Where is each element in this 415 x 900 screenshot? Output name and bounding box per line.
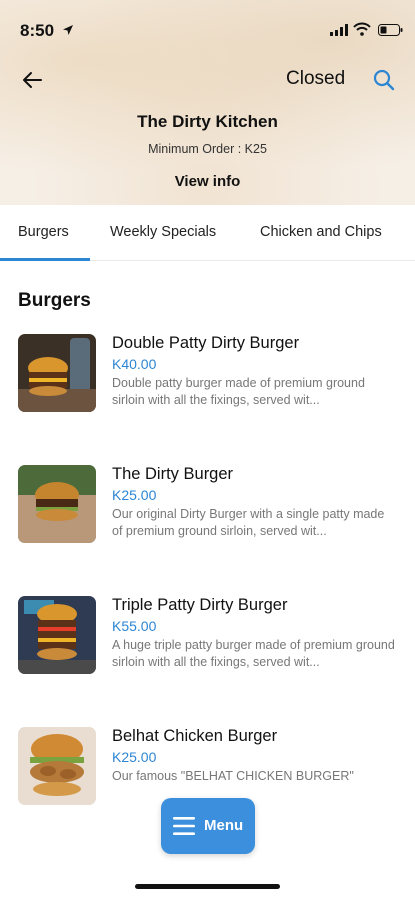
tab-burgers[interactable]: Burgers	[18, 224, 69, 240]
section-title: Burgers	[18, 290, 91, 311]
menu-button[interactable]: Menu	[161, 798, 255, 854]
status-bar: 8:50	[0, 0, 415, 44]
home-indicator	[135, 884, 280, 889]
item-description: Our original Dirty Burger with a single …	[112, 507, 385, 538]
item-name: Double Patty Dirty Burger	[112, 334, 300, 352]
menu-item[interactable]: Double Patty Dirty Burger K40.00 Double …	[0, 334, 415, 434]
hamburger-menu-icon	[173, 817, 195, 835]
location-arrow-icon	[63, 25, 73, 35]
item-price: K25.00	[112, 749, 157, 765]
item-description: Our famous "BELHAT CHICKEN BURGER"	[112, 769, 354, 783]
item-price: K55.00	[112, 618, 157, 634]
item-description: A huge triple patty burger made of premi…	[112, 638, 395, 669]
item-description: Double patty burger made of premium grou…	[112, 376, 365, 407]
battery-icon	[378, 24, 403, 36]
back-arrow-icon[interactable]	[20, 68, 44, 92]
category-tabs: Burgers Weekly Specials Chicken and Chip…	[0, 205, 415, 261]
restaurant-name: The Dirty Kitchen	[137, 112, 278, 131]
active-tab-indicator	[0, 258, 90, 261]
item-name: The Dirty Burger	[112, 465, 234, 483]
view-info-link[interactable]: View info	[0, 173, 415, 190]
status-time: 8:50	[20, 21, 55, 40]
open-status-label: Closed	[286, 68, 346, 89]
item-name: Triple Patty Dirty Burger	[112, 596, 288, 614]
item-photo	[18, 596, 96, 674]
item-photo	[18, 334, 96, 412]
item-photo	[18, 727, 96, 805]
wifi-icon	[353, 22, 371, 36]
item-photo	[18, 465, 96, 543]
item-name: Belhat Chicken Burger	[112, 727, 278, 745]
item-price: K40.00	[112, 356, 157, 372]
menu-button-label: Menu	[204, 817, 244, 834]
menu-item[interactable]: The Dirty Burger K25.00 Our original Dir…	[0, 465, 415, 565]
search-icon[interactable]	[372, 68, 396, 92]
minimum-order-text: Minimum Order : K25	[148, 142, 267, 156]
tab-weekly-specials[interactable]: Weekly Specials	[110, 224, 216, 240]
tab-chicken-and-chips[interactable]: Chicken and Chips	[260, 224, 382, 240]
menu-item[interactable]: Triple Patty Dirty Burger K55.00 A huge …	[0, 596, 415, 696]
cellular-signal-icon	[330, 24, 348, 36]
item-price: K25.00	[112, 487, 157, 503]
